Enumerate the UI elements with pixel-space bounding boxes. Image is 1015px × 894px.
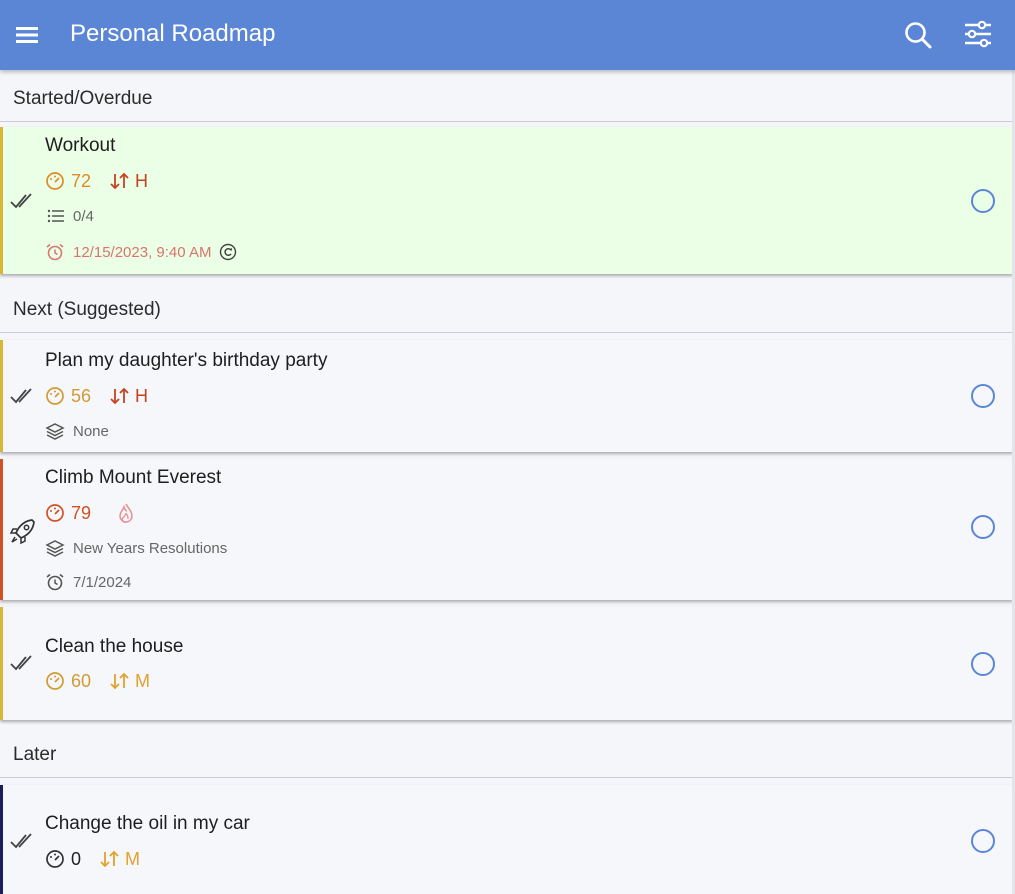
double-check-icon[interactable] xyxy=(9,653,37,673)
hamburger-menu-icon[interactable] xyxy=(14,22,42,48)
task-due-date: 7/1/2024 xyxy=(73,573,132,591)
section-label: Later xyxy=(13,744,57,765)
task-title: Change the oil in my car xyxy=(45,813,250,834)
task-due-row: 12/15/2023, 9:40 AM xyxy=(45,240,237,264)
task-score: 72 xyxy=(71,170,92,191)
speedometer-icon xyxy=(46,387,64,405)
task-card-clean-house[interactable]: Clean the house 60 M xyxy=(0,607,1013,720)
task-card-everest[interactable]: Climb Mount Everest 79 New Years Resolut… xyxy=(0,459,1013,600)
task-priority: M xyxy=(125,848,141,869)
task-priority: M xyxy=(135,670,151,691)
task-title: Plan my daughter's birthday party xyxy=(45,350,328,371)
section-header-next: Next (Suggested) xyxy=(0,283,1013,333)
speedometer-icon xyxy=(46,850,64,868)
complete-radio[interactable] xyxy=(971,652,995,676)
task-score: 60 xyxy=(71,670,92,691)
task-list[interactable]: Started/Overdue Workout 72 H 0/4 12/15/2… xyxy=(0,70,1015,894)
task-priority: H xyxy=(135,385,149,406)
priority-sort-icon xyxy=(110,387,129,405)
rocket-icon[interactable] xyxy=(9,517,37,545)
task-group-row: None xyxy=(45,419,109,443)
task-priority: H xyxy=(135,170,149,191)
layers-icon xyxy=(45,540,65,557)
double-check-icon[interactable] xyxy=(9,191,37,211)
repeat-icon xyxy=(220,243,237,261)
task-stats-row: 0 M xyxy=(45,847,140,871)
task-stats-row: 72 H xyxy=(45,169,148,193)
task-card-birthday[interactable]: Plan my daughter's birthday party 56 H N… xyxy=(0,340,1013,452)
task-checklist-row: 0/4 xyxy=(45,204,94,228)
complete-radio[interactable] xyxy=(971,384,995,408)
page-title: Personal Roadmap xyxy=(70,20,276,47)
speedometer-icon xyxy=(46,504,64,522)
complete-radio[interactable] xyxy=(971,829,995,853)
task-stats-row: 60 M xyxy=(45,669,150,693)
task-title: Clean the house xyxy=(45,636,184,657)
section-header-started: Started/Overdue xyxy=(0,72,1013,122)
speedometer-icon xyxy=(46,672,64,690)
task-due-date: 12/15/2023, 9:40 AM xyxy=(73,243,212,261)
priority-sort-icon xyxy=(110,172,129,190)
task-title: Workout xyxy=(45,135,116,156)
task-score: 79 xyxy=(71,502,92,523)
task-card-workout[interactable]: Workout 72 H 0/4 12/15/2023, 9:40 AM xyxy=(0,127,1013,274)
priority-sort-icon xyxy=(100,850,119,868)
priority-sort-icon xyxy=(110,672,129,690)
alarm-clock-icon xyxy=(46,243,64,261)
speedometer-icon xyxy=(46,172,64,190)
complete-radio[interactable] xyxy=(971,189,995,213)
task-card-oil-change[interactable]: Change the oil in my car 0 M xyxy=(0,785,1013,894)
filter-sliders-icon[interactable] xyxy=(962,18,994,50)
task-title: Climb Mount Everest xyxy=(45,467,222,488)
task-stats-row: 56 H xyxy=(45,384,148,408)
double-check-icon[interactable] xyxy=(9,831,37,851)
task-checklist-progress: 0/4 xyxy=(73,207,94,225)
list-icon xyxy=(47,209,64,223)
layers-icon xyxy=(45,423,65,440)
task-group: New Years Resolutions xyxy=(73,539,228,557)
search-icon[interactable] xyxy=(902,19,934,51)
task-score: 56 xyxy=(71,385,92,406)
complete-radio[interactable] xyxy=(971,515,995,539)
task-stats-row: 79 xyxy=(45,501,135,525)
task-due-row: 7/1/2024 xyxy=(45,570,131,594)
task-group: None xyxy=(73,422,109,440)
double-check-icon[interactable] xyxy=(9,386,37,406)
fire-icon xyxy=(119,503,133,523)
section-label: Started/Overdue xyxy=(13,88,153,109)
task-score: 0 xyxy=(71,848,82,869)
app-bar: Personal Roadmap xyxy=(0,0,1015,70)
alarm-clock-icon xyxy=(46,573,64,591)
task-group-row: New Years Resolutions xyxy=(45,536,227,560)
section-header-later: Later xyxy=(0,728,1013,778)
section-label: Next (Suggested) xyxy=(13,299,161,320)
